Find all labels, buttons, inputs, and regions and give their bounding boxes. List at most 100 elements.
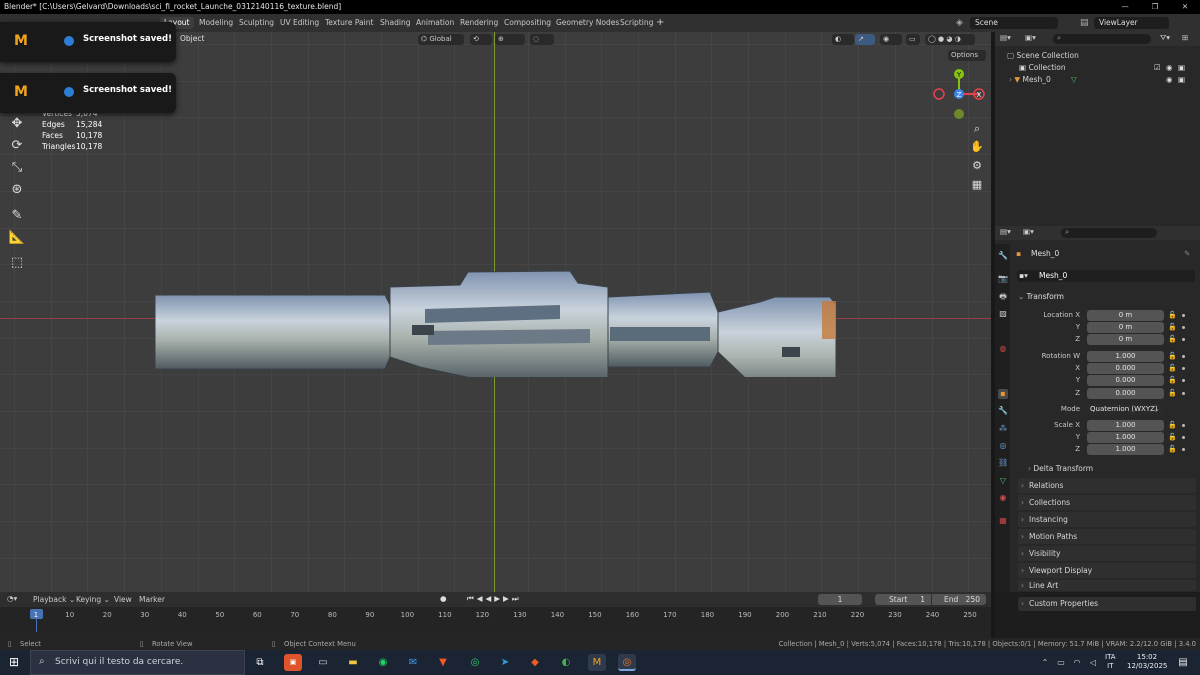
- windows-start-icon[interactable]: ⊞: [5, 654, 23, 671]
- proportional-edit-icon[interactable]: ◌: [530, 34, 554, 45]
- xray-icon[interactable]: ▭: [906, 34, 920, 45]
- panel-motion-paths[interactable]: Motion Paths: [1018, 529, 1196, 544]
- scene-selector[interactable]: Scene: [970, 17, 1058, 29]
- render-tab-icon[interactable]: 📷: [998, 274, 1008, 284]
- file-explorer-icon[interactable]: ▬: [344, 654, 362, 671]
- panel-line-art[interactable]: Line Art: [1018, 580, 1196, 591]
- lock-icon[interactable]: 🔓: [1168, 388, 1177, 399]
- tool-tab-icon[interactable]: 🔧: [998, 251, 1008, 261]
- pin-icon[interactable]: ✎: [1184, 249, 1190, 258]
- mail-icon[interactable]: ✉: [404, 654, 422, 671]
- rotate-tool-icon[interactable]: ⟳: [6, 136, 28, 156]
- keyframe-dot-icon[interactable]: [1182, 448, 1185, 451]
- clock[interactable]: 15:02 12/03/2025: [1127, 653, 1167, 671]
- data-tab-icon[interactable]: ▽: [998, 476, 1008, 486]
- keyframe-dot-icon[interactable]: [1182, 355, 1185, 358]
- lock-icon[interactable]: 🔓: [1168, 444, 1177, 455]
- scale-z-field[interactable]: 1.000: [1087, 444, 1164, 455]
- tab-geometry-nodes[interactable]: Geometry Nodes: [556, 17, 619, 29]
- add-cube-tool-icon[interactable]: ⬚: [6, 253, 28, 273]
- add-workspace-button[interactable]: +: [656, 17, 664, 29]
- lock-icon[interactable]: 🔓: [1168, 432, 1177, 443]
- volume-icon[interactable]: ◁: [1084, 654, 1102, 671]
- pan-hand-icon[interactable]: ✋: [967, 139, 987, 155]
- transform-tool-icon[interactable]: ⊛: [6, 180, 28, 200]
- keyframe-dot-icon[interactable]: [1182, 436, 1185, 439]
- lock-icon[interactable]: 🔓: [1168, 363, 1177, 374]
- object-menu[interactable]: Object: [180, 34, 204, 43]
- maximize-icon[interactable]: ❐: [1140, 0, 1170, 14]
- minimize-icon[interactable]: —: [1110, 0, 1140, 14]
- keyframe-dot-icon[interactable]: [1182, 379, 1185, 382]
- texture-tab-icon[interactable]: ▦: [998, 516, 1008, 526]
- marker-menu[interactable]: Marker: [139, 595, 165, 604]
- eye-icon[interactable]: ◉: [1166, 74, 1173, 85]
- language-indicator[interactable]: ITA IT: [1105, 653, 1116, 671]
- view-menu[interactable]: View: [114, 595, 132, 604]
- visibility-icon[interactable]: ◐: [832, 34, 854, 45]
- options-button[interactable]: Options: [948, 50, 986, 61]
- chrome-icon[interactable]: ◐: [557, 654, 575, 671]
- location-z-field[interactable]: 0 m: [1087, 334, 1164, 345]
- keyframe-dot-icon[interactable]: [1182, 338, 1185, 341]
- material-tab-icon[interactable]: ◉: [998, 493, 1008, 503]
- tab-modeling[interactable]: Modeling: [199, 17, 233, 29]
- current-frame-field[interactable]: 1: [818, 594, 862, 605]
- lock-icon[interactable]: 🔓: [1168, 322, 1177, 333]
- filter-icon[interactable]: ⛛▾: [1160, 33, 1170, 43]
- camera-icon[interactable]: ⚙: [967, 158, 987, 174]
- keyframe-dot-icon[interactable]: [1182, 392, 1185, 395]
- app-icon-red[interactable]: ▣: [284, 654, 302, 671]
- tab-scripting[interactable]: Scripting: [620, 17, 653, 29]
- app-icon-monitor[interactable]: ▭: [314, 654, 332, 671]
- delta-transform-subpanel[interactable]: › Delta Transform: [1028, 463, 1093, 475]
- telegram-icon[interactable]: ➤: [496, 654, 514, 671]
- whatsapp-icon[interactable]: ◎: [466, 654, 484, 671]
- tab-shading[interactable]: Shading: [380, 17, 410, 29]
- lock-icon[interactable]: 🔓: [1168, 334, 1177, 345]
- tab-sculpting[interactable]: Sculpting: [239, 17, 274, 29]
- gizmo-toggle-icon[interactable]: ↗: [855, 34, 875, 45]
- measure-tool-icon[interactable]: 📐: [6, 228, 28, 248]
- editor-type-icon[interactable]: ◔▾: [7, 594, 17, 603]
- rotation-z-field[interactable]: 0.000: [1087, 388, 1164, 399]
- brave-browser-icon[interactable]: ◆: [526, 654, 544, 671]
- camera-render-icon[interactable]: ▣: [1178, 62, 1185, 73]
- output-tab-icon[interactable]: 🖶: [998, 292, 1008, 302]
- overlay-icon[interactable]: ◉: [880, 34, 902, 45]
- panel-instancing[interactable]: Instancing: [1018, 512, 1196, 527]
- start-frame-field[interactable]: Start 1: [875, 594, 931, 605]
- toast-notification[interactable]: M Screenshot saved!: [0, 22, 176, 62]
- lock-icon[interactable]: 🔓: [1168, 310, 1177, 321]
- tree-object-mesh[interactable]: › ▼ Mesh_0 ▽ ◉ ▣: [1009, 74, 1189, 85]
- lock-icon[interactable]: 🔓: [1168, 351, 1177, 362]
- lock-icon[interactable]: 🔓: [1168, 375, 1177, 386]
- notifications-icon[interactable]: ▤: [1174, 654, 1192, 671]
- 3d-viewport[interactable]: [0, 32, 991, 592]
- rotation-w-field[interactable]: 1.000: [1087, 351, 1164, 362]
- panel-relations[interactable]: Relations: [1018, 478, 1196, 493]
- spotify-icon[interactable]: ◉: [374, 654, 392, 671]
- keyframe-dot-icon[interactable]: [1182, 367, 1185, 370]
- view-layer-selector[interactable]: ViewLayer: [1094, 17, 1169, 29]
- camera-render-icon[interactable]: ▣: [1178, 74, 1185, 85]
- rotation-x-field[interactable]: 0.000: [1087, 363, 1164, 374]
- move-tool-icon[interactable]: ✥: [6, 114, 28, 134]
- scale-tool-icon[interactable]: ⤡: [6, 158, 28, 178]
- lock-icon[interactable]: 🔓: [1168, 420, 1177, 431]
- shading-mode-buttons[interactable]: ◯ ● ◕ ◑: [925, 34, 975, 45]
- new-collection-icon[interactable]: ⊞: [1182, 33, 1188, 42]
- panel-viewport-display[interactable]: Viewport Display: [1018, 563, 1196, 578]
- tab-uv-editing[interactable]: UV Editing: [280, 17, 319, 29]
- keyframe-dot-icon[interactable]: [1182, 314, 1185, 317]
- properties-search-input[interactable]: ⌕: [1061, 227, 1157, 238]
- app-icon-m[interactable]: M: [588, 654, 606, 671]
- task-view-icon[interactable]: ⧉: [251, 654, 269, 671]
- location-x-field[interactable]: 0 m: [1087, 310, 1164, 321]
- playback-controls[interactable]: ⏮◀◀▶▶⏭: [467, 594, 522, 604]
- annotate-tool-icon[interactable]: ✎: [6, 206, 28, 226]
- keyframe-dot-icon[interactable]: [1182, 424, 1185, 427]
- transform-panel-header[interactable]: ⌄ Transform: [1018, 291, 1196, 303]
- toast-notification[interactable]: M Screenshot saved!: [0, 73, 176, 113]
- keying-menu[interactable]: Keying ⌄: [76, 595, 110, 604]
